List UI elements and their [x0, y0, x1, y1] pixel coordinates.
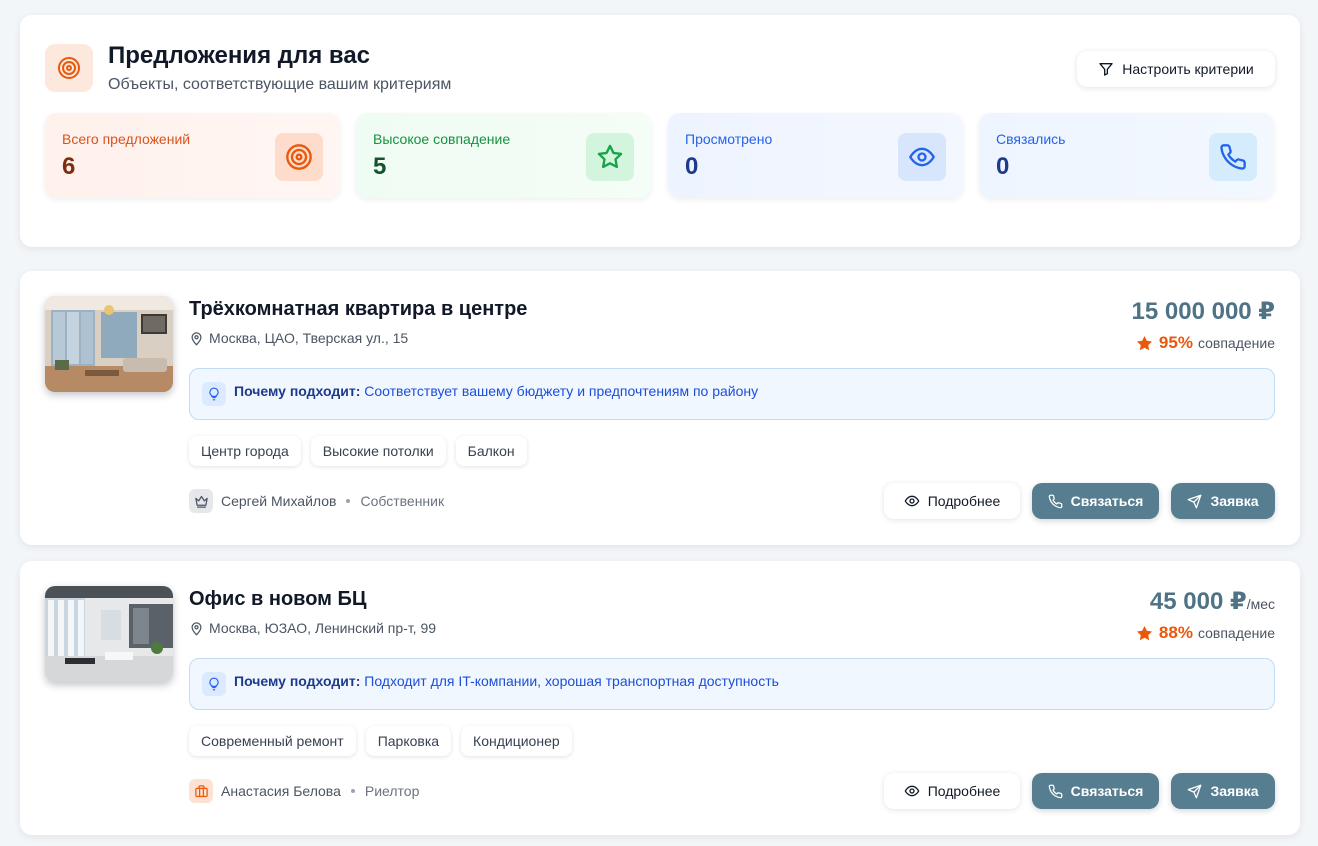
address-text: Москва, ЦАО, Тверская ул., 15: [209, 330, 409, 346]
star-icon: [1136, 625, 1152, 640]
request-button[interactable]: Заявка: [1171, 773, 1275, 809]
feature-tag: Современный ремонт: [189, 726, 356, 756]
separator-dot: [346, 499, 351, 503]
phone-icon: [1209, 133, 1257, 181]
match-percent: 88%: [1158, 623, 1193, 642]
target-icon: [45, 44, 93, 92]
owner-role: Собственник: [360, 493, 445, 509]
feature-tag: Балкон: [455, 436, 527, 466]
feature-tag: Высокие потолки: [310, 436, 446, 466]
listing-title[interactable]: Трёхкомнатная квартира в центре: [189, 298, 527, 321]
listing-actions: Подробнее Связаться Заявка: [884, 773, 1275, 809]
feature-tag: Центр города: [189, 436, 301, 466]
listing-actions: Подробнее Связаться Заявка: [884, 483, 1275, 519]
listing-price: 15 000 000 ₽: [1132, 297, 1275, 326]
send-icon: [1188, 784, 1202, 798]
listing-card[interactable]: Офис в новом БЦ Москва, ЮЗАО, Ленинский …: [20, 561, 1300, 835]
stats-row: Всего предложений 6 Высокое совпадение 5…: [45, 113, 1275, 198]
why-label: Почему подходит:: [234, 383, 361, 399]
match-percent: 95%: [1158, 333, 1193, 352]
stat-value: 6: [62, 153, 76, 180]
listing-card[interactable]: Трёхкомнатная квартира в центре Москва, …: [20, 271, 1300, 545]
listing-owner: Анастасия Белова Риелтор: [189, 779, 419, 803]
eye-icon: [904, 495, 920, 507]
stat-label: Просмотрено: [685, 131, 773, 147]
why-label: Почему подходит:: [234, 673, 361, 689]
contact-button[interactable]: Связаться: [1032, 773, 1159, 809]
owner-name: Сергей Михайлов: [221, 493, 337, 509]
stat-label: Всего предложений: [62, 131, 191, 147]
filter-icon: [1099, 63, 1113, 76]
match-label: совпадение: [1197, 625, 1275, 641]
stat-total-offers: Всего предложений 6: [45, 113, 340, 198]
listing-title[interactable]: Офис в новом БЦ: [189, 588, 367, 611]
target-icon: [275, 133, 323, 181]
eye-icon: [904, 785, 920, 797]
stat-value: 5: [373, 153, 387, 180]
property-photo[interactable]: [45, 586, 173, 682]
stat-high-match: Высокое совпадение 5: [356, 113, 651, 198]
configure-criteria-label: Настроить критерии: [1122, 61, 1254, 77]
phone-icon: [1048, 784, 1063, 798]
owner-role: Риелтор: [364, 783, 420, 799]
lightbulb-icon: [202, 672, 226, 696]
phone-icon: [1048, 494, 1063, 508]
match-score: 95% совпадение: [1135, 333, 1275, 353]
stat-contacted: Связались 0: [979, 113, 1274, 198]
price-unit: /мес: [1246, 596, 1275, 612]
request-button[interactable]: Заявка: [1171, 483, 1275, 519]
details-button[interactable]: Подробнее: [884, 773, 1020, 809]
why-suitable-text: Почему подходит: Подходит для IT-компани…: [234, 673, 779, 689]
configure-criteria-button[interactable]: Настроить критерии: [1077, 51, 1275, 87]
match-score: 88% совпадение: [1135, 623, 1275, 643]
map-pin-icon: [191, 331, 202, 346]
listing-owner: Сергей Михайлов Собственник: [189, 489, 444, 513]
separator-dot: [350, 789, 355, 793]
contact-label: Связаться: [1070, 783, 1144, 799]
property-photo[interactable]: [45, 296, 173, 392]
why-suitable-box: Почему подходит: Соответствует вашему бю…: [189, 368, 1275, 420]
address-text: Москва, ЮЗАО, Ленинский пр-т, 99: [209, 620, 437, 636]
stat-value: 0: [685, 153, 699, 180]
stat-label: Высокое совпадение: [373, 131, 511, 147]
why-reason: Соответствует вашему бюджету и предпочте…: [364, 383, 759, 399]
map-pin-icon: [191, 621, 202, 636]
details-button[interactable]: Подробнее: [884, 483, 1020, 519]
stat-viewed: Просмотрено 0: [668, 113, 963, 198]
stat-label: Связались: [996, 131, 1066, 147]
page-subtitle: Объекты, соответствующие вашим критериям: [108, 76, 452, 93]
eye-icon: [898, 133, 946, 181]
contact-button[interactable]: Связаться: [1032, 483, 1159, 519]
feature-tag: Парковка: [365, 726, 452, 756]
why-reason: Подходит для IT-компании, хорошая трансп…: [364, 673, 779, 689]
listing-address: Москва, ЮЗАО, Ленинский пр-т, 99: [189, 620, 436, 636]
page-title: Предложения для вас: [108, 42, 371, 69]
request-label: Заявка: [1210, 783, 1259, 799]
price-value: 45 000 ₽: [1149, 588, 1247, 615]
contact-label: Связаться: [1070, 493, 1144, 509]
feature-tags: Центр города Высокие потолки Балкон: [189, 436, 527, 466]
details-label: Подробнее: [927, 493, 1001, 509]
match-label: совпадение: [1197, 335, 1275, 351]
request-label: Заявка: [1210, 493, 1259, 509]
feature-tags: Современный ремонт Парковка Кондиционер: [189, 726, 572, 756]
why-suitable-text: Почему подходит: Соответствует вашему бю…: [234, 383, 758, 399]
offers-header-card: Предложения для вас Объекты, соответству…: [20, 15, 1300, 247]
listing-address: Москва, ЦАО, Тверская ул., 15: [189, 330, 408, 346]
listing-price: 45 000 ₽/мес: [1150, 587, 1275, 616]
crown-icon: [189, 489, 213, 513]
lightbulb-icon: [202, 382, 226, 406]
owner-name: Анастасия Белова: [221, 783, 341, 799]
stat-value: 0: [996, 153, 1010, 180]
feature-tag: Кондиционер: [461, 726, 572, 756]
briefcase-icon: [189, 779, 213, 803]
send-icon: [1188, 494, 1202, 508]
star-icon: [1136, 335, 1152, 350]
details-label: Подробнее: [927, 783, 1001, 799]
price-value: 15 000 000 ₽: [1131, 298, 1275, 325]
star-icon: [586, 133, 634, 181]
why-suitable-box: Почему подходит: Подходит для IT-компани…: [189, 658, 1275, 710]
